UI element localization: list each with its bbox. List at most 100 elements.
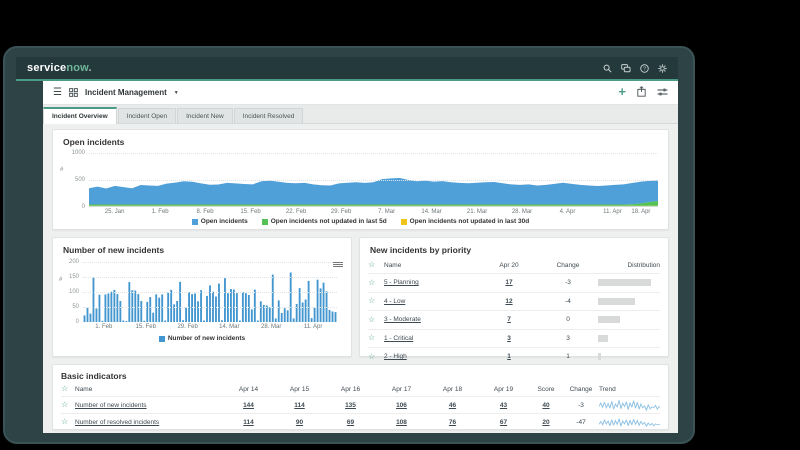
priority-link[interactable]: 3 - Moderate [384,316,421,323]
help-icon[interactable]: ? [640,64,649,73]
tab-incident-resolved[interactable]: Incident Resolved [234,108,304,123]
score-link[interactable]: 69 [347,419,354,426]
chart-context-menu-icon[interactable] [333,262,343,267]
score-link[interactable]: 114 [243,419,254,426]
bar [84,315,86,322]
priority-link[interactable]: 2 - High [384,353,407,360]
star-icon[interactable]: ☆ [368,316,384,324]
score-link[interactable]: 76 [449,419,456,426]
bar [128,282,130,322]
score-cell: 12 [480,298,538,305]
trend-sparkline [599,399,660,412]
star-icon[interactable]: ☆ [368,334,384,342]
trend-cell [599,416,660,429]
change-cell: 0 [538,316,598,323]
open-incidents-card: Open incidents # 10005000 25. Jan1. Feb8… [52,129,669,230]
gear-icon[interactable] [658,64,667,73]
search-icon[interactable] [603,64,612,73]
add-widget-button[interactable]: + [618,85,626,98]
new-incidents-bar-chart[interactable]: 200150100500 [83,262,337,322]
star-icon[interactable]: ☆ [368,261,384,269]
priority-link[interactable]: 4 - Low [384,298,405,305]
bar [233,290,235,322]
priority-name-cell: 5 - Planning [384,279,480,286]
bar [269,307,271,322]
dashboard-tab-strip: Incident Overview Incident Open Incident… [43,105,678,124]
score-link[interactable]: 20 [542,419,549,426]
priority-link[interactable]: 1 - Critical [384,335,413,342]
score-link[interactable]: 7 [507,316,511,323]
legend-item[interactable]: Number of new incidents [159,335,245,342]
indicator-name-cell: Number of resolved incidents [75,419,223,426]
tab-incident-overview[interactable]: Incident Overview [43,107,117,124]
score-link[interactable]: 108 [396,419,407,426]
star-icon[interactable]: ☆ [368,279,384,287]
score-link[interactable]: 114 [294,402,305,409]
score-link[interactable]: 67 [500,419,507,426]
tab-incident-open[interactable]: Incident Open [118,108,176,123]
legend-item[interactable]: Open incidents not updated in last 5d [262,218,387,225]
column-header: Apr 14 [223,386,274,393]
chevron-down-icon[interactable]: ▼ [174,90,179,96]
score-link[interactable]: 12 [505,298,512,305]
dashboard-toolbar: ☰ Incident Management ▼ + [43,81,678,105]
score-link[interactable]: 43 [500,402,507,409]
column-header: Apr 19 [478,386,529,393]
priority-link[interactable]: 5 - Planning [384,279,419,286]
table-row: ☆Number of resolved incidents 114 90 69 108 7… [61,413,660,430]
open-incidents-chart[interactable]: 10005000 [89,153,658,207]
star-icon[interactable]: ☆ [61,418,75,426]
daily-score-cell: 144 [223,402,274,409]
app-grid-icon[interactable] [69,84,78,102]
menu-icon[interactable]: ☰ [53,88,62,98]
score-link[interactable]: 90 [296,419,303,426]
legend-item[interactable]: Open incidents [192,218,248,225]
star-icon[interactable]: ☆ [368,353,384,361]
legend-item[interactable]: Open incidents not updated in last 30d [401,218,530,225]
bar [332,312,334,323]
legend-swatch [262,219,268,225]
indicator-link[interactable]: Number of new incidents [75,402,147,409]
x-tick-label: 7. Mar [378,209,395,215]
bar [197,301,199,322]
x-tick-label: 28. Mar [512,209,532,215]
bar [317,280,319,322]
gridline [83,292,337,293]
legend-swatch [401,219,407,225]
bar [140,301,142,322]
connect-chat-icon[interactable] [621,64,631,73]
bar [182,320,184,322]
daily-score-cell: 135 [325,402,376,409]
tab-incident-new[interactable]: Incident New [177,108,233,123]
indicator-link[interactable]: Number of resolved incidents [75,419,159,426]
star-icon[interactable]: ☆ [368,297,384,305]
bar [251,309,253,322]
score-link[interactable]: 144 [243,402,254,409]
filter-sliders-icon[interactable] [657,84,668,102]
y-axis-unit: # [59,277,62,283]
star-icon[interactable]: ☆ [61,385,75,393]
score-link[interactable]: 135 [345,402,356,409]
bar [278,300,280,322]
score-link[interactable]: 3 [507,335,511,342]
y-tick-label: 50 [72,304,79,310]
legend-swatch [159,336,165,342]
collapsed-nav-sidebar[interactable] [16,81,43,433]
share-icon[interactable] [637,84,646,102]
logo-service: service [27,62,66,74]
dashboard-body[interactable]: Open incidents # 10005000 25. Jan1. Feb8… [43,124,678,433]
bar [104,294,106,322]
score-link[interactable]: 40 [542,402,549,409]
bar [90,314,92,322]
score-link[interactable]: 46 [449,402,456,409]
score-link[interactable]: 106 [396,402,407,409]
bar [119,301,121,322]
area-series [89,178,658,205]
dashboard-title[interactable]: Incident Management [85,88,167,97]
x-tick-label: 29. Feb [177,324,197,330]
tab-label: Incident Overview [52,113,108,120]
score-link[interactable]: 1 [507,353,511,360]
star-icon[interactable]: ☆ [61,401,75,409]
score-link[interactable]: 17 [505,279,512,286]
bar [149,297,151,322]
